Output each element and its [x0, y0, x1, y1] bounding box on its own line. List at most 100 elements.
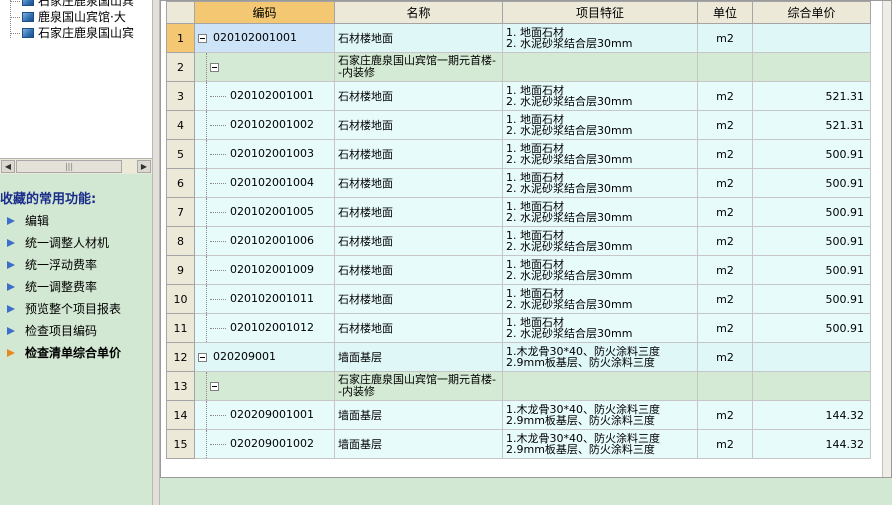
- unit-cell[interactable]: m2: [697, 226, 753, 256]
- table-row[interactable]: 10 020102001011 石材楼地面 1. 地面石材 2. 水泥砂浆结合层30mm…: [166, 284, 871, 314]
- tree-node-2[interactable]: 石家庄鹿泉国山宾: [10, 26, 134, 41]
- column-header-code[interactable]: 编码: [194, 1, 335, 24]
- code-cell[interactable]: 020102001003: [194, 139, 335, 169]
- price-cell[interactable]: 500.91: [752, 226, 871, 256]
- tree-node-1[interactable]: 鹿泉国山宾馆·大: [10, 10, 126, 25]
- name-cell[interactable]: 石材楼地面: [334, 226, 503, 256]
- feature-cell[interactable]: [502, 52, 698, 82]
- price-cell[interactable]: 500.91: [752, 168, 871, 198]
- unit-cell[interactable]: m2: [697, 313, 753, 343]
- row-number[interactable]: 5: [166, 139, 195, 169]
- feature-cell[interactable]: 1.木龙骨30*40、防火涂料三度 2.9mm板基层、防火涂料三度: [502, 342, 698, 372]
- unit-cell[interactable]: [697, 52, 753, 82]
- column-header-price[interactable]: 综合单价: [752, 1, 871, 24]
- feature-cell[interactable]: 1.木龙骨30*40、防火涂料三度 2.9mm板基层、防火涂料三度: [502, 400, 698, 430]
- row-number[interactable]: 6: [166, 168, 195, 198]
- row-number[interactable]: 2: [166, 52, 195, 82]
- table-row[interactable]: 5 020102001003 石材楼地面 1. 地面石材 2. 水泥砂浆结合层30mm m…: [166, 139, 871, 169]
- grid-vertical-scrollbar[interactable]: [882, 1, 891, 477]
- row-number[interactable]: 15: [166, 429, 195, 459]
- code-cell[interactable]: 020102001005: [194, 197, 335, 227]
- name-cell[interactable]: 石材楼地面: [334, 81, 503, 111]
- name-cell[interactable]: 石材楼地面: [334, 23, 503, 53]
- row-number[interactable]: 1: [166, 23, 195, 53]
- feature-cell[interactable]: 1. 地面石材 2. 水泥砂浆结合层30mm: [502, 284, 698, 314]
- scroll-thumb[interactable]: |||: [16, 160, 122, 173]
- price-cell[interactable]: 500.91: [752, 197, 871, 227]
- code-cell[interactable]: 020102001001: [194, 81, 335, 111]
- code-cell[interactable]: [194, 52, 335, 82]
- code-cell[interactable]: 020209001002: [194, 429, 335, 459]
- fav-item-float-rate[interactable]: 统一浮动费率: [0, 254, 155, 276]
- table-row[interactable]: 6 020102001004 石材楼地面 1. 地面石材 2. 水泥砂浆结合层30mm m…: [166, 168, 871, 198]
- fav-item-preview-report[interactable]: 预览整个项目报表: [0, 298, 155, 320]
- pane-splitter[interactable]: [152, 0, 160, 505]
- name-cell[interactable]: 石材楼地面: [334, 255, 503, 285]
- code-cell[interactable]: 020102001012: [194, 313, 335, 343]
- unit-cell[interactable]: m2: [697, 255, 753, 285]
- name-cell[interactable]: 石材楼地面: [334, 284, 503, 314]
- unit-cell[interactable]: m2: [697, 139, 753, 169]
- code-cell[interactable]: 020102001004: [194, 168, 335, 198]
- price-cell[interactable]: [752, 23, 871, 53]
- row-number[interactable]: 7: [166, 197, 195, 227]
- unit-cell[interactable]: m2: [697, 197, 753, 227]
- fav-item-adjust-rate[interactable]: 统一调整费率: [0, 276, 155, 298]
- tree-horizontal-scrollbar[interactable]: ◀ ||| ▶: [0, 158, 152, 174]
- code-cell[interactable]: [194, 371, 335, 401]
- feature-cell[interactable]: 1. 地面石材 2. 水泥砂浆结合层30mm: [502, 226, 698, 256]
- row-number[interactable]: 12: [166, 342, 195, 372]
- collapse-icon[interactable]: [198, 33, 207, 43]
- table-row[interactable]: 13 石家庄鹿泉国山宾馆一期元首楼--内装修: [166, 371, 871, 401]
- fav-item-check-code[interactable]: 检查项目编码: [0, 320, 155, 342]
- feature-cell[interactable]: 1. 地面石材 2. 水泥砂浆结合层30mm: [502, 110, 698, 140]
- price-cell[interactable]: 521.31: [752, 110, 871, 140]
- price-cell[interactable]: 144.32: [752, 429, 871, 459]
- price-cell[interactable]: 500.91: [752, 313, 871, 343]
- price-cell[interactable]: [752, 52, 871, 82]
- table-row[interactable]: 4 020102001002 石材楼地面 1. 地面石材 2. 水泥砂浆结合层30mm m…: [166, 110, 871, 140]
- row-number[interactable]: 11: [166, 313, 195, 343]
- fav-item-check-unit-price[interactable]: 检查清单综合单价: [0, 342, 155, 364]
- row-number[interactable]: 4: [166, 110, 195, 140]
- unit-cell[interactable]: m2: [697, 168, 753, 198]
- feature-cell[interactable]: 1. 地面石材 2. 水泥砂浆结合层30mm: [502, 81, 698, 111]
- fav-item-edit[interactable]: 编辑: [0, 210, 155, 232]
- column-header-feature[interactable]: 项目特征: [502, 1, 698, 24]
- tree-node-0[interactable]: 石家庄鹿泉国山宾: [10, 0, 134, 9]
- row-number[interactable]: 9: [166, 255, 195, 285]
- price-cell[interactable]: [752, 342, 871, 372]
- code-cell[interactable]: 020102001002: [194, 110, 335, 140]
- feature-cell[interactable]: 1. 地面石材 2. 水泥砂浆结合层30mm: [502, 255, 698, 285]
- code-cell[interactable]: 020209001: [194, 342, 335, 372]
- row-number[interactable]: 14: [166, 400, 195, 430]
- table-row[interactable]: 8 020102001006 石材楼地面 1. 地面石材 2. 水泥砂浆结合层30mm m…: [166, 226, 871, 256]
- feature-cell[interactable]: 1. 地面石材 2. 水泥砂浆结合层30mm: [502, 23, 698, 53]
- code-cell[interactable]: 020102001009: [194, 255, 335, 285]
- scroll-left-arrow-icon[interactable]: ◀: [1, 160, 15, 173]
- name-cell[interactable]: 石材楼地面: [334, 139, 503, 169]
- code-cell[interactable]: 020102001001: [194, 23, 335, 53]
- table-row[interactable]: 1 020102001001 石材楼地面 1. 地面石材 2. 水泥砂浆结合层30mm m…: [166, 23, 871, 53]
- column-header-unit[interactable]: 单位: [697, 1, 753, 24]
- unit-cell[interactable]: m2: [697, 110, 753, 140]
- name-cell[interactable]: 墙面基层: [334, 429, 503, 459]
- table-row[interactable]: 3 020102001001 石材楼地面 1. 地面石材 2. 水泥砂浆结合层30mm m…: [166, 81, 871, 111]
- code-cell[interactable]: 020102001011: [194, 284, 335, 314]
- table-row[interactable]: 12 020209001 墙面基层 1.木龙骨30*40、防火涂料三度 2.9mm板基层…: [166, 342, 871, 372]
- column-header-name[interactable]: 名称: [334, 1, 503, 24]
- unit-cell[interactable]: [697, 371, 753, 401]
- price-cell[interactable]: 500.91: [752, 255, 871, 285]
- unit-cell[interactable]: m2: [697, 429, 753, 459]
- collapse-icon[interactable]: [210, 62, 219, 72]
- name-cell[interactable]: 石家庄鹿泉国山宾馆一期元首楼--内装修: [334, 52, 503, 82]
- name-cell[interactable]: 石材楼地面: [334, 313, 503, 343]
- row-number-header[interactable]: [166, 1, 195, 24]
- collapse-icon[interactable]: [210, 381, 219, 391]
- name-cell[interactable]: 石材楼地面: [334, 168, 503, 198]
- table-row[interactable]: 7 020102001005 石材楼地面 1. 地面石材 2. 水泥砂浆结合层30mm m…: [166, 197, 871, 227]
- code-cell[interactable]: 020209001001: [194, 400, 335, 430]
- name-cell[interactable]: 墙面基层: [334, 342, 503, 372]
- feature-cell[interactable]: 1. 地面石材 2. 水泥砂浆结合层30mm: [502, 139, 698, 169]
- unit-cell[interactable]: m2: [697, 284, 753, 314]
